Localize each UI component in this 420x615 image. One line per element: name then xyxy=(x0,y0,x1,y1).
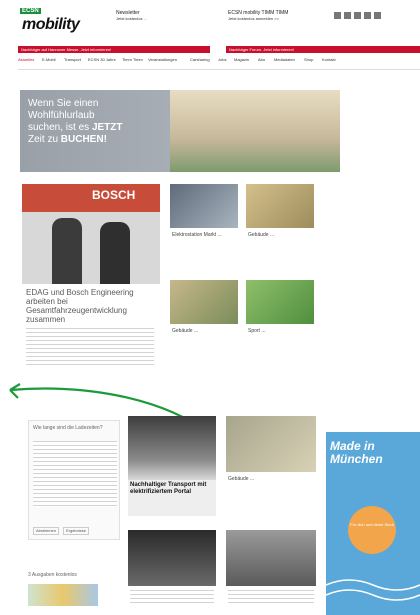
main-article-image: BOSCH xyxy=(22,184,160,284)
hero-line-4: Zeit zu BUCHEN! xyxy=(28,134,168,146)
feature-title[interactable]: Nachhaltiger Transport mit elektrifizier… xyxy=(128,480,216,516)
hero-line-3: suchen, ist es JETZT xyxy=(28,122,168,134)
nav-item-timm[interactable]: Timm Timm xyxy=(122,57,143,62)
hero-line-3-text: suchen, ist es xyxy=(28,122,90,133)
newsletter-subtitle: Jetzt kostenlos ... xyxy=(116,16,147,21)
issues-thumbs[interactable] xyxy=(28,584,98,606)
card-7[interactable] xyxy=(226,530,316,610)
person-left xyxy=(52,218,82,284)
main-nav: Aktuelles E-Mobil Transport ECSN 30 Jahr… xyxy=(18,56,420,70)
hero-ad-banner[interactable]: Wenn Sie einen Wohlfühlurlaub suchen, is… xyxy=(20,90,340,172)
newsletter-box[interactable]: Newsletter Jetzt kostenlos ... xyxy=(116,10,186,30)
poll-options xyxy=(33,441,117,507)
card-4-title: Sport ... xyxy=(248,328,266,334)
hero-line-4-text: Zeit zu xyxy=(28,134,59,145)
card-1-title: Elektrostation Markt ... xyxy=(172,232,222,238)
ad-title: Made in München xyxy=(330,440,416,466)
card-6-image xyxy=(128,530,216,586)
hero-text: Wenn Sie einen Wohlfühlurlaub suchen, is… xyxy=(28,98,168,146)
main-article-title[interactable]: EDAG und Bosch Engineering arbeiten bei … xyxy=(26,288,156,324)
logo-badge: ECSN xyxy=(20,8,41,14)
nav-item-transport[interactable]: Transport xyxy=(64,57,81,62)
site-header: ECSN mobility Newsletter Jetzt kostenlos… xyxy=(18,6,418,42)
nav-item-carsharing[interactable]: Carsharing xyxy=(190,57,210,62)
card-6-teaser xyxy=(130,590,214,606)
promo-subtitle: Jetzt kostenlos anmelden >> xyxy=(228,16,279,21)
social-icons xyxy=(334,12,414,22)
nav-item-magazin[interactable]: Magazin xyxy=(234,57,249,62)
xing-icon[interactable] xyxy=(364,12,371,19)
feature-article[interactable]: Nachhaltiger Transport mit elektrifizier… xyxy=(128,416,216,516)
hero-line-1: Wenn Sie einen xyxy=(28,98,99,109)
poll-question: Wie lange sind die Ladezeiten? xyxy=(33,425,103,431)
card-7-teaser xyxy=(228,590,314,606)
main-article[interactable]: BOSCH EDAG und Bosch Engineering arbeite… xyxy=(22,184,160,384)
card-2-image xyxy=(246,184,314,228)
nav-item-abo[interactable]: Abo xyxy=(258,57,265,62)
vote-button[interactable]: Abstimmen xyxy=(33,527,59,535)
rss-icon[interactable] xyxy=(334,12,341,19)
card-2[interactable]: Gebäude ... xyxy=(246,184,314,264)
card-3-title: Gebäude ... xyxy=(172,328,199,334)
nav-item-aktuelles[interactable]: Aktuelles xyxy=(18,57,34,62)
twitter-icon[interactable] xyxy=(344,12,351,19)
sidebar-poll: Wie lange sind die Ladezeiten? Abstimmen… xyxy=(28,420,120,540)
nav-item-kontakt[interactable]: Kontakt xyxy=(322,57,336,62)
logo-text: mobility xyxy=(22,16,80,33)
feature-image xyxy=(128,416,216,480)
promo-box[interactable]: ECSN mobility TIMM TIMM Jetzt kostenlos … xyxy=(228,10,308,30)
ad-cta-circle[interactable]: Für dich und deine Stadt xyxy=(348,506,396,554)
card-7-image xyxy=(226,530,316,586)
results-button[interactable]: Ergebnisse xyxy=(63,527,89,535)
person-right xyxy=(100,222,130,284)
red-banner-right[interactable]: Nachfolger Forum. Jetzt informieren! xyxy=(226,46,420,53)
facebook-icon[interactable] xyxy=(354,12,361,19)
hero-resort-image xyxy=(170,90,340,172)
nav-item-mediadaten[interactable]: Mediadaten xyxy=(274,57,295,62)
nav-item-30jahre[interactable]: ECSN 30 Jahre xyxy=(88,57,116,62)
card-3[interactable]: Gebäude ... xyxy=(170,280,238,360)
ad-title-line-2: München xyxy=(330,452,383,466)
made-in-muenchen-ad[interactable]: Made in München Für dich und deine Stadt xyxy=(326,432,420,615)
card-1-image xyxy=(170,184,238,228)
nav-item-emobil[interactable]: E-Mobil xyxy=(42,57,56,62)
main-article-teaser xyxy=(26,328,154,368)
red-banner-left[interactable]: Nachfolger auf Hannover Messe. Jetzt inf… xyxy=(18,46,210,53)
mail-icon[interactable] xyxy=(374,12,381,19)
nav-item-shop[interactable]: Shop xyxy=(304,57,313,62)
card-2-title: Gebäude ... xyxy=(248,232,275,238)
card-4[interactable]: Sport ... xyxy=(246,280,314,360)
ad-wave-icon xyxy=(326,579,420,601)
card-5-title: Gebäude ... xyxy=(228,476,255,482)
hero-line-2: Wohlfühlurlaub xyxy=(28,110,95,121)
card-3-image xyxy=(170,280,238,324)
hero-highlight-2: BUCHEN! xyxy=(60,134,107,145)
card-4-image xyxy=(246,280,314,324)
nav-item-veranstaltungen[interactable]: Veranstaltungen xyxy=(148,57,177,62)
nav-item-jobs[interactable]: Jobs xyxy=(218,57,226,62)
card-1[interactable]: Elektrostation Markt ... xyxy=(170,184,238,264)
bosch-logo-text: BOSCH xyxy=(92,188,136,202)
card-5-image xyxy=(226,416,316,472)
card-5[interactable]: Gebäude ... xyxy=(226,416,316,496)
hero-highlight-1: JETZT xyxy=(91,122,123,133)
logo[interactable]: ECSN mobility xyxy=(18,8,108,38)
issues-title[interactable]: 3 Ausgaben kostenlos xyxy=(28,572,128,578)
card-6[interactable] xyxy=(128,530,216,610)
